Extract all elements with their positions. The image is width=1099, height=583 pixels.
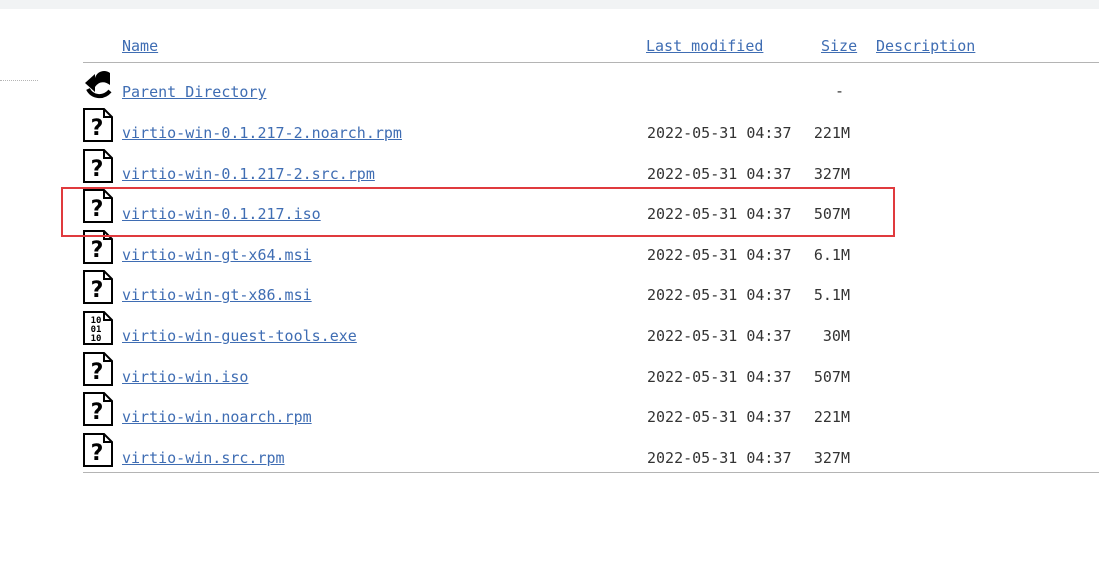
file-link[interactable]: virtio-win.noarch.rpm — [122, 408, 312, 426]
file-size: 507M — [813, 367, 850, 386]
file-last-modified: 2022-05-31 04:37 — [647, 367, 792, 386]
file-link[interactable]: virtio-win.iso — [122, 368, 248, 386]
file-link[interactable]: virtio-win-0.1.217-2.src.rpm — [122, 165, 375, 183]
footer-divider — [83, 472, 1099, 473]
file-size: 327M — [813, 164, 850, 183]
directory-listing: Name Last modified Size Description Pare… — [83, 0, 1099, 583]
left-divider — [0, 80, 38, 81]
file-row[interactable]: ? virtio-win.src.rpm 2022-05-31 04:37 327M — [83, 432, 1099, 473]
svg-text:?: ? — [91, 360, 104, 385]
svg-text:?: ? — [91, 157, 104, 182]
column-header-last-modified[interactable]: Last modified — [646, 37, 763, 55]
unknown-file-icon: ? — [83, 351, 113, 386]
file-last-modified: 2022-05-31 04:37 — [647, 164, 792, 183]
file-size: 221M — [813, 124, 850, 142]
column-header-size[interactable]: Size — [821, 37, 857, 55]
header-divider — [83, 62, 1099, 63]
unknown-file-icon: ? — [83, 148, 113, 183]
file-size: 6.1M — [813, 245, 850, 264]
column-header-name[interactable]: Name — [122, 37, 158, 55]
back-arrow-icon — [83, 67, 113, 101]
file-link[interactable]: virtio-win-gt-x64.msi — [122, 246, 312, 264]
svg-text:?: ? — [91, 116, 104, 141]
file-last-modified: 2022-05-31 04:37 — [647, 286, 792, 305]
file-link[interactable]: virtio-win-0.1.217-2.noarch.rpm — [122, 124, 402, 142]
column-header-description[interactable]: Description — [876, 37, 975, 55]
file-row[interactable]: ? virtio-win.iso 2022-05-31 04:37 507M — [83, 351, 1099, 392]
file-last-modified: 2022-05-31 04:37 — [647, 124, 792, 142]
binary-file-icon: 10 01 10 — [83, 311, 113, 345]
file-size: 5.1M — [813, 286, 850, 305]
unknown-file-icon: ? — [83, 392, 113, 427]
file-row[interactable]: 10 01 10 virtio-win-guest-tools.exe 2022-05-… — [83, 311, 1099, 351]
file-link[interactable]: virtio-win-gt-x86.msi — [122, 286, 312, 304]
file-row[interactable]: ? virtio-win-0.1.217-2.src.rpm 2022-05-31 … — [83, 148, 1099, 189]
parent-directory-row[interactable]: Parent Directory - — [83, 67, 1099, 107]
svg-text:?: ? — [91, 238, 104, 263]
file-row[interactable]: ? virtio-win-gt-x86.msi 2022-05-31 04:37 5.… — [83, 270, 1099, 310]
unknown-file-icon: ? — [83, 270, 113, 305]
svg-text:?: ? — [91, 278, 104, 303]
annotation-highlight-box — [61, 187, 895, 237]
unknown-file-icon: ? — [83, 108, 113, 142]
svg-text:?: ? — [91, 400, 104, 425]
file-last-modified: 2022-05-31 04:37 — [647, 448, 792, 467]
file-row[interactable]: ? virtio-win.noarch.rpm 2022-05-31 04:37 22… — [83, 392, 1099, 432]
file-size: 327M — [813, 448, 850, 467]
parent-directory-size: - — [834, 82, 844, 100]
parent-directory-link[interactable]: Parent Directory — [122, 83, 267, 101]
file-size: 30M — [822, 327, 850, 345]
unknown-file-icon: ? — [83, 432, 113, 467]
file-last-modified: 2022-05-31 04:37 — [647, 408, 792, 427]
file-link[interactable]: virtio-win.src.rpm — [122, 449, 285, 467]
svg-text:10: 10 — [91, 334, 102, 344]
file-size: 221M — [813, 408, 850, 427]
file-last-modified: 2022-05-31 04:37 — [647, 245, 792, 264]
file-last-modified: 2022-05-31 04:37 — [647, 327, 792, 345]
file-link[interactable]: virtio-win-guest-tools.exe — [122, 327, 357, 345]
file-row[interactable]: ? virtio-win-0.1.217-2.noarch.rpm 2022-05-… — [83, 108, 1099, 148]
svg-text:?: ? — [91, 441, 104, 466]
